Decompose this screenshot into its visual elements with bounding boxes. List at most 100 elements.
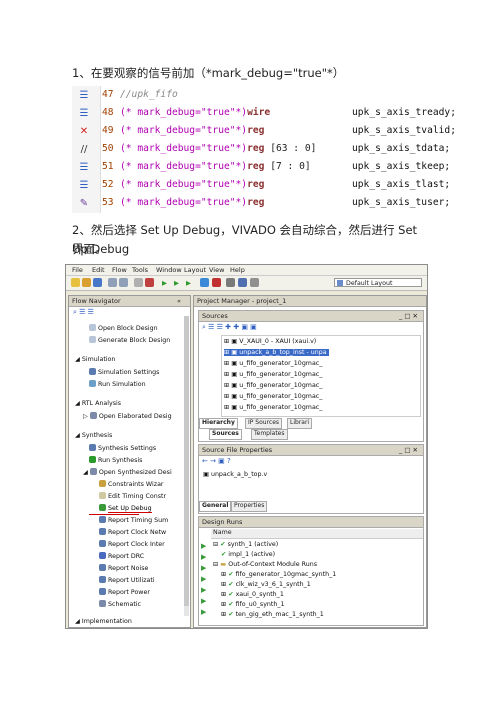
tab-sources[interactable]: Sources	[209, 429, 242, 440]
nav-open-elaborated-design[interactable]: ▷ Open Elaborated Desig	[83, 412, 172, 420]
nav-edit-timing-constraints[interactable]: Edit Timing Constr	[99, 492, 166, 500]
copy-icon[interactable]	[134, 278, 143, 287]
run-item[interactable]: ✔ impl_1 (active)	[221, 551, 275, 558]
run-label: fifo_u0_synth_1	[235, 601, 285, 608]
nav-label: Edit Timing Constr	[108, 493, 167, 500]
close-project-icon[interactable]	[250, 278, 259, 287]
tab-hierarchy[interactable]: Hierarchy	[199, 418, 238, 429]
redo-icon[interactable]	[119, 278, 128, 287]
nav-report-power[interactable]: Report Power	[99, 588, 150, 596]
code-line: 50 (* mark_debug="true"*)reg [63 : 0] upk_…	[102, 143, 451, 154]
nav-run-simulation[interactable]: Run Simulation	[89, 380, 146, 388]
nav-simulation-settings[interactable]: Simulation Settings	[89, 368, 159, 376]
tree-item[interactable]: ⊞ ▣ u_fifo_generator_10gmac_	[224, 371, 322, 378]
close-icon: ✕	[79, 126, 89, 137]
new-project-icon[interactable]	[71, 278, 80, 287]
sources-header: Sources _ □ ✕	[199, 311, 423, 322]
nav-report-noise[interactable]: Report Noise	[99, 564, 148, 572]
layout-selector[interactable]: Default Layout	[334, 278, 422, 287]
menu-flow[interactable]: Flow	[112, 266, 127, 274]
undo-icon[interactable]	[108, 278, 117, 287]
tab-general[interactable]: General	[199, 501, 232, 512]
nav-report-timing-summary[interactable]: Report Timing Sum	[99, 516, 168, 524]
nav-report-clock-interaction[interactable]: Report Clock Inter	[99, 540, 165, 548]
nav-report-clock-networks[interactable]: Report Clock Netw	[99, 528, 166, 536]
flow-navigator-panel: Flow Navigator « ⌕ ☰ ☰ Open Block Design …	[68, 295, 191, 628]
nav-open-synthesized-design[interactable]: ◢ Open Synthesized Desi	[83, 468, 172, 476]
collapse-panel-icon[interactable]: «	[177, 297, 181, 305]
report-icon[interactable]	[238, 278, 247, 287]
tab-templates[interactable]: Templates	[251, 429, 288, 440]
nav-synthesis-settings[interactable]: Synthesis Settings	[89, 444, 156, 452]
tree-item[interactable]: ⊞ ▣ u_fifo_generator_10gmac_	[224, 393, 322, 400]
run-implementation-icon[interactable]: ▶	[186, 279, 191, 287]
open-icon[interactable]	[82, 278, 91, 287]
menu-window[interactable]: Window	[156, 266, 182, 274]
sources-toolbar[interactable]: ⌕ ☰ ☰ ✚ ✚ ▣ ▣	[202, 323, 257, 332]
menu-help[interactable]: Help	[230, 266, 245, 274]
report-icon	[99, 576, 106, 583]
code-line: 53 (* mark_debug="true"*)reg upk_s_axis_tu…	[102, 197, 451, 208]
nav-section-implementation[interactable]: ◢ Implementation	[75, 618, 132, 625]
run-item[interactable]: ⊞ ✔ ten_gig_eth_mac_1_synth_1	[221, 611, 324, 618]
panel-controls[interactable]: _ □ ✕	[399, 312, 418, 320]
nav-section-simulation[interactable]: ◢ Simulation	[75, 356, 115, 363]
nav-report-utilization[interactable]: Report Utilizati	[99, 576, 155, 584]
nav-schematic[interactable]: Schematic	[99, 600, 141, 608]
bitstream-icon[interactable]	[200, 278, 209, 287]
editor-gutter: ☰ ☰ ✕ // ☰ ☰ ✎	[72, 86, 101, 213]
nav-report-drc[interactable]: Report DRC	[99, 552, 144, 560]
scrollbar-thumb[interactable]	[184, 316, 189, 606]
menu-tools[interactable]: Tools	[132, 266, 148, 274]
menu-layout[interactable]: Layout	[184, 266, 206, 274]
scrollbar[interactable]	[184, 316, 189, 616]
nav-section-rtl-analysis[interactable]: ◢ RTL Analysis	[75, 400, 121, 407]
nav-generate-block-design[interactable]: Generate Block Design	[89, 336, 170, 344]
search-icon[interactable]: ⌕ ☰ ☰	[73, 308, 94, 317]
sfp-toolbar[interactable]: ← → ▣ ?	[202, 457, 231, 465]
run-item[interactable]: ⊞ ✔ fifo_u0_synth_1	[221, 601, 285, 608]
check-icon: ✔	[228, 601, 234, 608]
code-snippet: ☰ ☰ ✕ // ☰ ☰ ✎ 47//upk_fifo 48 (* mark_de…	[72, 86, 456, 213]
nav-label: Synthesis	[81, 432, 113, 439]
run-icon[interactable]: ▶	[162, 279, 167, 287]
nav-label: Report Noise	[108, 565, 149, 572]
menu-view[interactable]: View	[209, 266, 224, 274]
nav-run-synthesis[interactable]: Run Synthesis	[89, 456, 142, 464]
run-item[interactable]: ⊟ ✔ synth_1 (active)	[213, 541, 278, 548]
nav-label: Simulation	[81, 356, 116, 363]
tree-item[interactable]: ⊞ ▣ u_fifo_generator_10gmac_	[224, 382, 322, 389]
run-item[interactable]: ⊞ ✔ clk_wiz_v3_6_1_synth_1	[221, 581, 311, 588]
tab-libraries[interactable]: Librari	[287, 418, 313, 429]
code-line: 49 (* mark_debug="true"*)reg upk_s_axis_tv…	[102, 125, 456, 136]
run-synthesis-icon[interactable]: ▶	[174, 279, 179, 287]
code-line: 48 (* mark_debug="true"*)wire upk_s_axis_t…	[102, 107, 456, 118]
save-icon[interactable]	[93, 278, 102, 287]
nav-open-block-design[interactable]: Open Block Design	[89, 324, 158, 332]
run-label: xaui_0_synth_1	[235, 591, 284, 598]
nav-set-up-debug[interactable]: Set Up Debug	[99, 504, 152, 513]
sources-tree: ⊞ ▣ V_XAUI_0 - XAUI (xaui.v) ⊞ ▣ unpack_…	[221, 335, 421, 417]
tree-item[interactable]: ⊞ ▣ u_fifo_generator_10gmac_	[224, 404, 322, 411]
stop-icon[interactable]	[212, 278, 221, 287]
menu-file[interactable]: File	[72, 266, 83, 274]
wizard-icon	[99, 480, 106, 487]
run-item[interactable]: ⊞ ✔ xaui_0_synth_1	[221, 591, 284, 598]
tree-item-selected[interactable]: ⊞ ▣ unpack_a_b_top_inst - unpa	[224, 349, 329, 356]
project-manager-title: Project Manager - project_1	[197, 297, 287, 305]
check-icon: ✔	[228, 571, 234, 578]
tree-item[interactable]: ⊞ ▣ V_XAUI_0 - XAUI (xaui.v)	[224, 338, 316, 345]
delete-icon[interactable]	[145, 278, 154, 287]
panel-controls[interactable]: _ □ ✕	[399, 446, 418, 454]
nav-constraints-wizard[interactable]: Constraints Wizar	[99, 480, 164, 488]
tab-ip-sources[interactable]: IP Sources	[245, 418, 283, 429]
tab-properties[interactable]: Properties	[231, 501, 268, 512]
menu-edit[interactable]: Edit	[92, 266, 105, 274]
run-item[interactable]: ⊞ ✔ fifo_generator_10gmac_synth_1	[221, 571, 336, 578]
tree-item[interactable]: ⊞ ▣ u_fifo_generator_10gmac_	[224, 360, 322, 367]
report-icon	[99, 540, 106, 547]
nav-section-synthesis[interactable]: ◢ Synthesis	[75, 432, 112, 439]
runs-sidebar-tools[interactable]: ▶ ▶ ▶ ▶ ▶ ▶ ▶	[201, 541, 206, 618]
run-group[interactable]: ⊟ ▬ Out-of-Context Module Runs	[213, 561, 317, 568]
settings-icon[interactable]	[226, 278, 235, 287]
